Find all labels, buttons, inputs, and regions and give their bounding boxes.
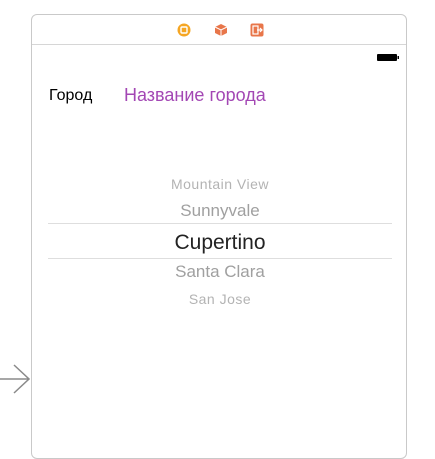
picker-row[interactable]: Sunnyvale: [48, 201, 392, 221]
picker-row[interactable]: Mountain View: [48, 176, 392, 192]
scene-frame: Город Название города Mountain View Sunn…: [31, 14, 407, 459]
exit-icon[interactable]: [250, 23, 264, 37]
city-name-value[interactable]: Название города: [124, 85, 266, 106]
picker-selection-top-line: [48, 223, 392, 224]
battery-icon: [377, 54, 399, 61]
city-picker[interactable]: Mountain View Sunnyvale Cupertino Santa …: [48, 170, 392, 320]
first-responder-icon[interactable]: [214, 23, 228, 37]
city-label: Город: [49, 87, 93, 104]
picker-selection-bottom-line: [48, 258, 392, 259]
view-controller-icon[interactable]: [177, 23, 191, 37]
picker-row[interactable]: Santa Clara: [48, 262, 392, 282]
entry-point-arrow-icon[interactable]: [0, 362, 30, 396]
picker-row[interactable]: San Jose: [48, 291, 392, 307]
picker-row-selected[interactable]: Cupertino: [48, 231, 392, 255]
scene-dock: [32, 15, 406, 45]
